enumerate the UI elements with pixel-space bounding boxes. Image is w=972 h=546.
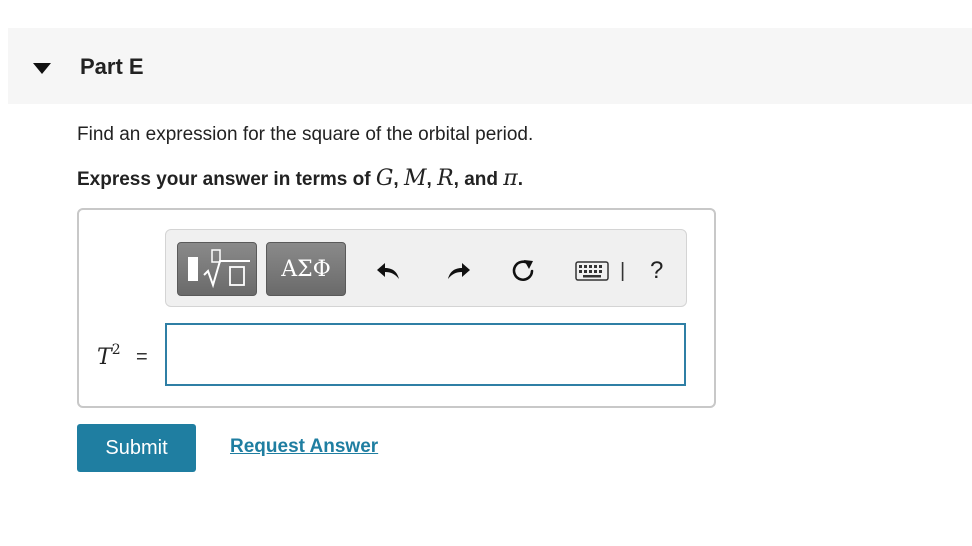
answer-instruction: Express your answer in terms of G, M, R,… <box>77 166 523 191</box>
variable-t: T <box>97 345 112 370</box>
undo-icon[interactable] <box>374 256 404 286</box>
templates-button[interactable] <box>177 242 257 296</box>
templates-sqrt-icon <box>203 249 250 289</box>
variable-exponent: 2 <box>111 342 121 358</box>
period: . <box>517 169 524 190</box>
instruction-prefix: Express your answer in terms of <box>77 169 376 190</box>
comma-2: , <box>426 169 438 190</box>
var-pi: π <box>503 166 518 191</box>
template-block-icon <box>188 257 198 281</box>
answer-box: ΑΣΦ | ? T2 = <box>77 208 716 408</box>
toolbar-separator: | <box>620 260 626 282</box>
var-r: R <box>437 166 454 191</box>
part-title: Part E <box>80 54 144 79</box>
keyboard-icon[interactable] <box>574 256 610 286</box>
comma-3: , and <box>453 169 504 190</box>
var-m: M <box>403 166 427 191</box>
submit-button[interactable]: Submit <box>77 424 196 472</box>
equals-sign: = <box>136 346 148 368</box>
request-answer-link[interactable]: Request Answer <box>230 436 378 458</box>
comma-1: , <box>393 169 404 190</box>
symbols-button[interactable]: ΑΣΦ <box>266 242 346 296</box>
redo-icon[interactable] <box>443 256 473 286</box>
answer-input[interactable] <box>165 323 686 386</box>
help-button[interactable]: ? <box>650 257 663 285</box>
var-g: G <box>375 166 394 191</box>
reset-icon[interactable] <box>508 256 538 286</box>
part-header[interactable]: Part E <box>8 28 972 104</box>
math-toolbar: ΑΣΦ | ? <box>165 229 687 307</box>
answer-variable-label: T2 <box>97 342 121 370</box>
question-text: Find an expression for the square of the… <box>77 124 534 145</box>
caret-down-icon[interactable] <box>33 63 51 74</box>
